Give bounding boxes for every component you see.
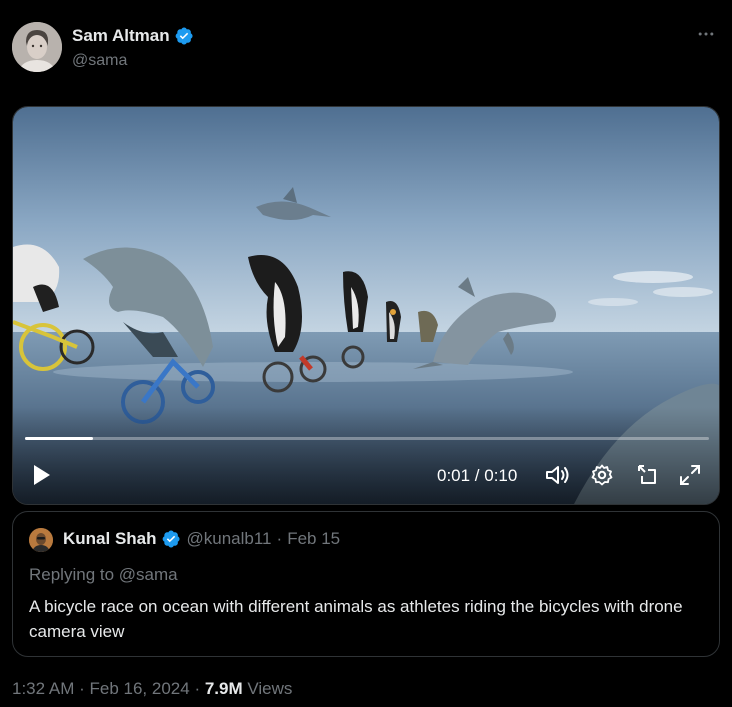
- quote-text: A bicycle race on ocean with different a…: [29, 597, 683, 641]
- picture-in-picture-button[interactable]: [633, 459, 661, 491]
- author-avatar[interactable]: [12, 22, 62, 72]
- fullscreen-icon: [680, 465, 700, 485]
- progress-fill: [25, 437, 94, 440]
- quote-date[interactable]: Feb 15: [287, 529, 340, 549]
- quote-author-avatar[interactable]: [29, 528, 53, 552]
- views-label: Views: [247, 679, 293, 698]
- tweet-header: Sam Altman @sama: [12, 22, 720, 74]
- video-player[interactable]: 0:01 / 0:10: [12, 106, 720, 505]
- tweet-metadata: 1:32 AM · Feb 16, 2024 · 7.9M Views: [12, 679, 292, 699]
- volume-icon: [546, 466, 569, 484]
- play-icon: [34, 465, 50, 485]
- separator-dot: ·: [79, 679, 90, 698]
- quote-author-name[interactable]: Kunal Shah: [63, 529, 157, 549]
- views-count: 7.9M: [204, 679, 243, 698]
- time-display: 0:01 / 0:10: [437, 466, 518, 485]
- volume-button[interactable]: [543, 459, 571, 491]
- picture-in-picture-icon: [638, 465, 656, 484]
- post-date[interactable]: Feb 16, 2024: [90, 679, 190, 698]
- gear-icon: [591, 464, 613, 486]
- quoted-tweet[interactable]: Kunal Shah @kunalb11 · Feb 15 Replying t…: [12, 511, 720, 657]
- separator-dot: ·: [194, 679, 205, 698]
- verified-badge-icon: [162, 530, 180, 548]
- post-time[interactable]: 1:32 AM: [12, 679, 74, 698]
- video-frame: [13, 107, 719, 504]
- settings-button[interactable]: [588, 459, 616, 491]
- separator-dot: ·: [276, 529, 283, 548]
- progress-bar[interactable]: [25, 437, 709, 440]
- author-name-row: Sam Altman: [72, 26, 194, 46]
- quote-author-handle[interactable]: @kunalb11: [187, 529, 272, 549]
- author-name[interactable]: Sam Altman: [72, 26, 170, 46]
- verified-badge-icon: [175, 27, 193, 45]
- more-options-icon[interactable]: [694, 24, 718, 48]
- replying-to: Replying to @sama: [29, 565, 178, 584]
- play-button[interactable]: [27, 459, 55, 491]
- quote-header: Kunal Shah @kunalb11 · Feb 15: [63, 529, 340, 549]
- fullscreen-button[interactable]: [676, 459, 704, 491]
- author-handle[interactable]: @sama: [72, 52, 127, 70]
